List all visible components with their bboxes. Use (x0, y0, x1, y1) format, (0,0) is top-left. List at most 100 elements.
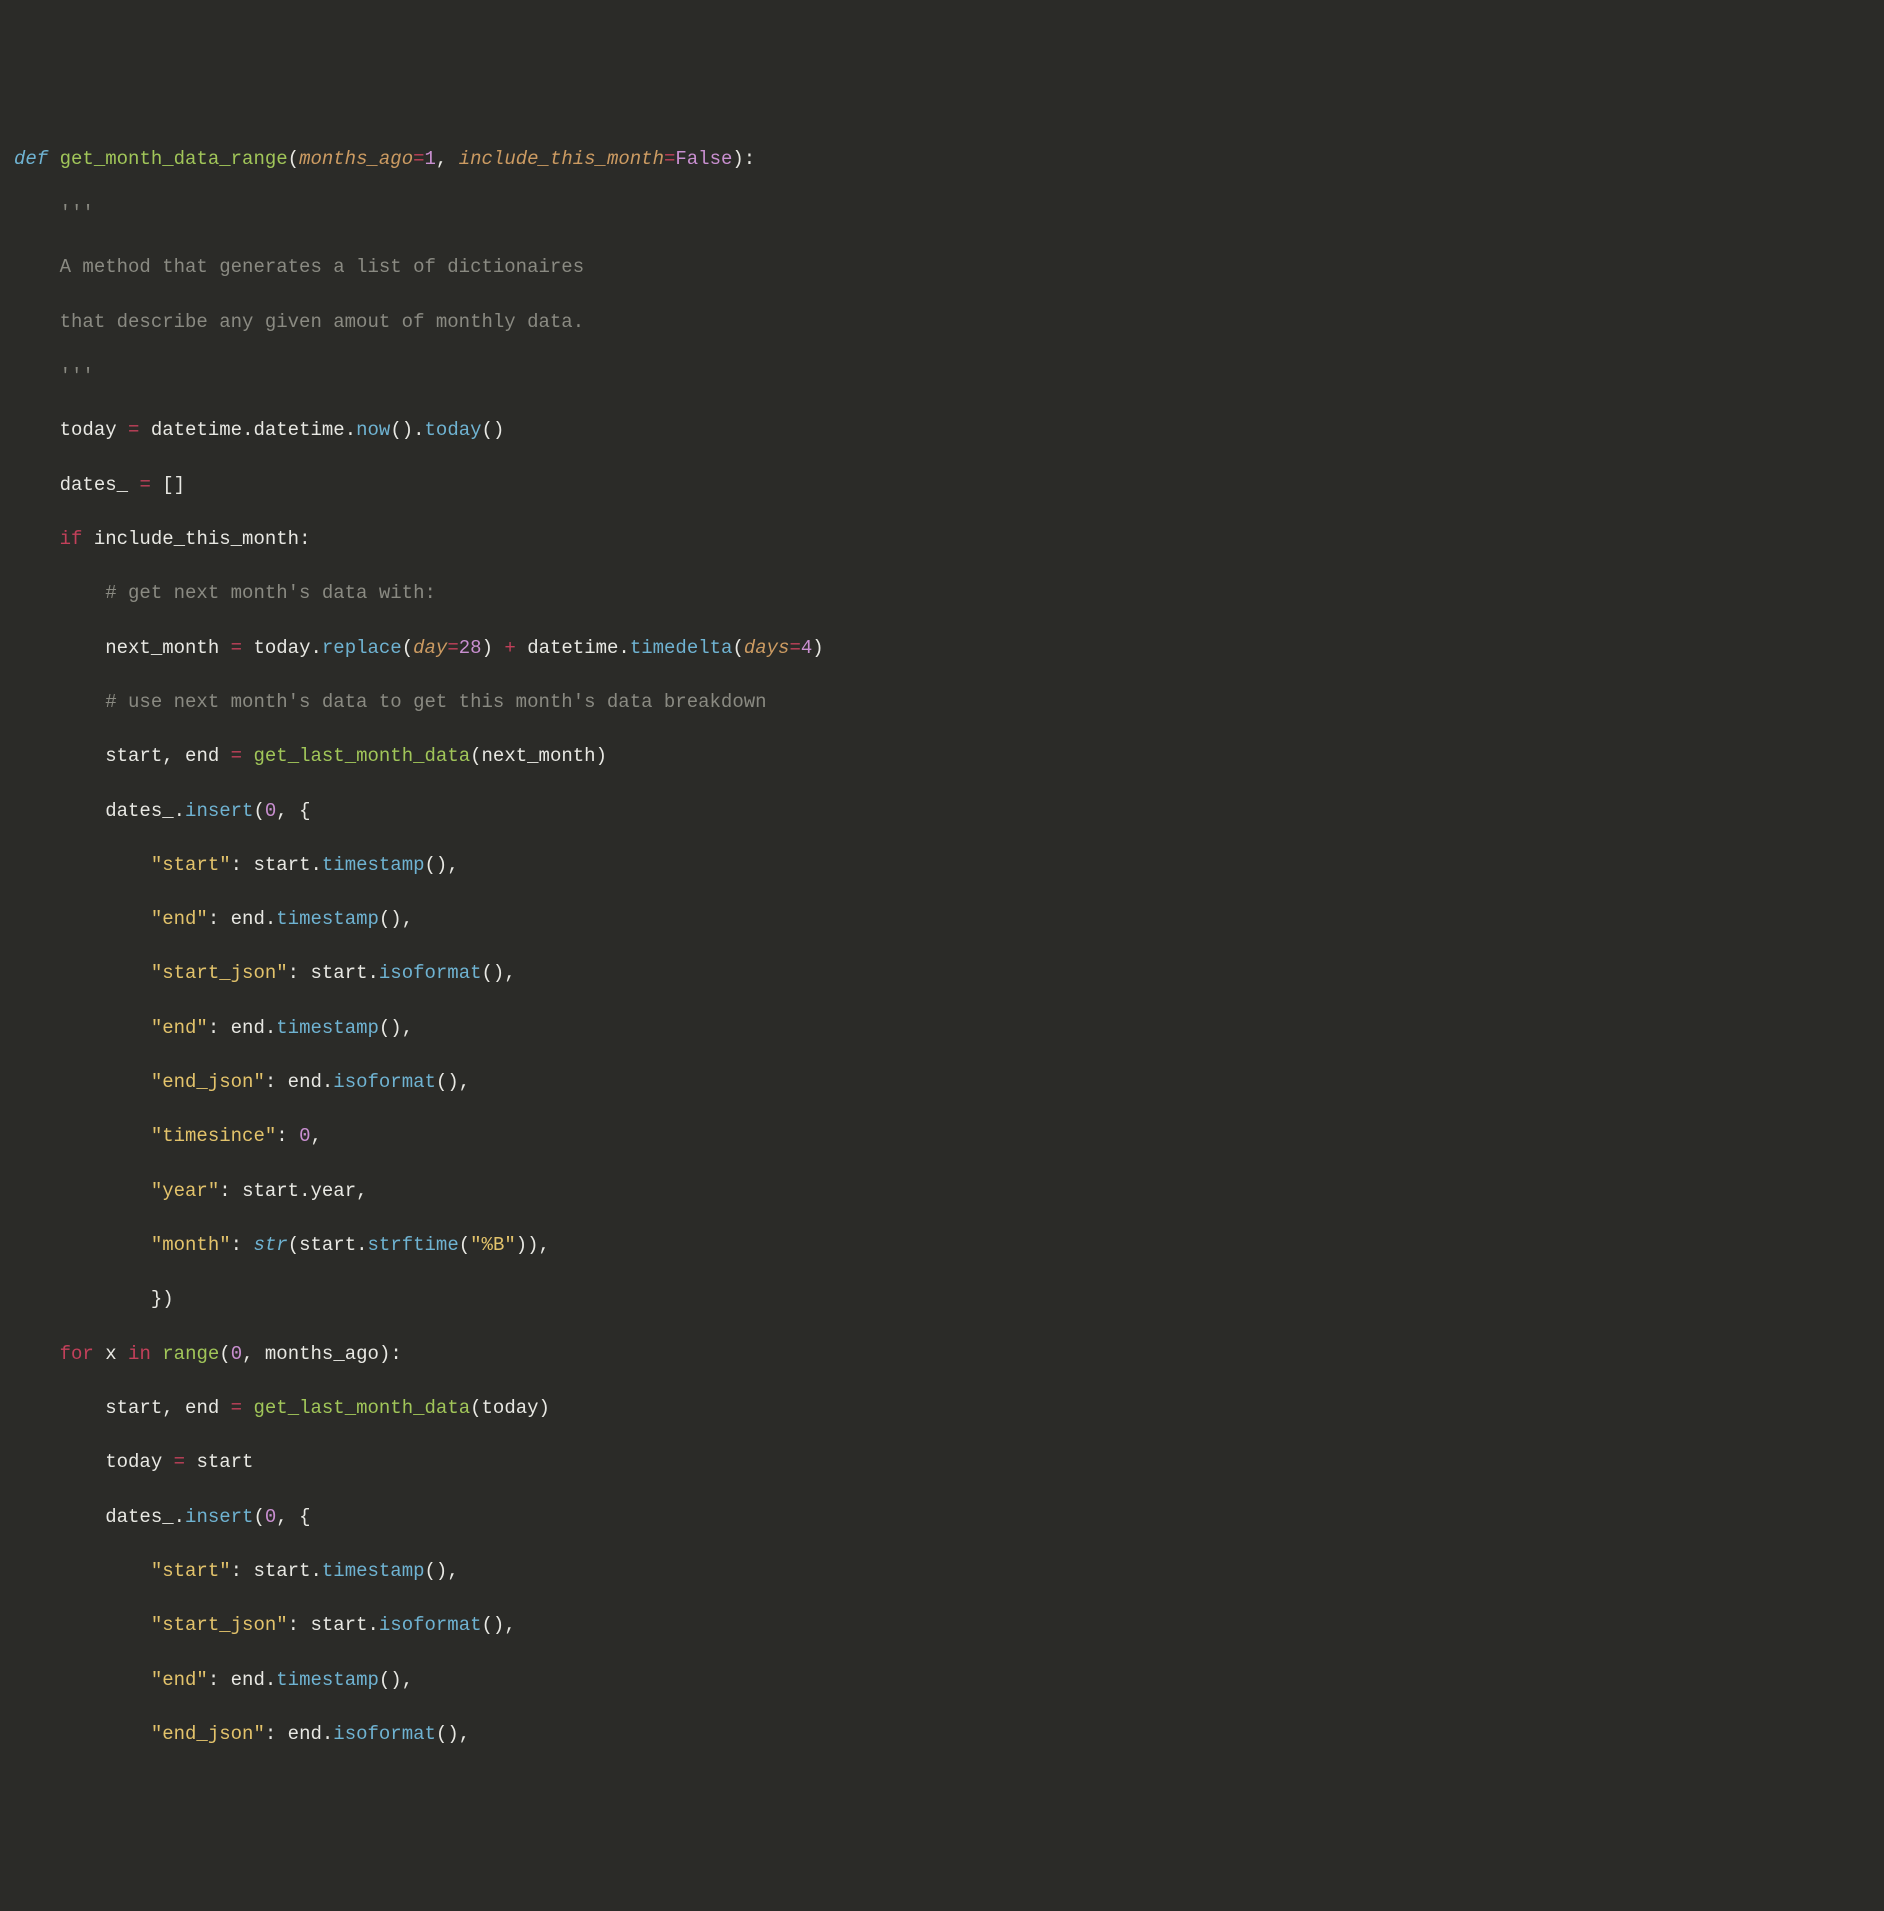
docstring: that describe any given amout of monthly… (60, 311, 585, 333)
builtin-str: str (253, 1234, 287, 1256)
code-line: dates_.insert(0, { (14, 1504, 1870, 1531)
dict-key: "start" (151, 1560, 231, 1582)
identifier: datetime (253, 419, 344, 441)
number: 1 (425, 148, 436, 170)
method: isoformat (333, 1071, 436, 1093)
identifier: end (185, 745, 219, 767)
method: insert (185, 1506, 253, 1528)
code-line: def get_month_data_range(months_ago=1, i… (14, 146, 1870, 173)
method: isoformat (333, 1723, 436, 1745)
identifier: start (299, 1234, 356, 1256)
identifier: months_ago (265, 1343, 379, 1365)
identifier: dates_ (60, 474, 128, 496)
code-line: "timesince": 0, (14, 1123, 1870, 1150)
number: 0 (265, 1506, 276, 1528)
dict-key: "end_json" (151, 1723, 265, 1745)
method: timestamp (276, 908, 379, 930)
code-line: for x in range(0, months_ago): (14, 1341, 1870, 1368)
keyword-def: def (14, 148, 48, 170)
identifier: datetime (151, 419, 242, 441)
code-editor[interactable]: def get_month_data_range(months_ago=1, i… (14, 119, 1870, 1776)
code-line: dates_ = [] (14, 472, 1870, 499)
identifier: end (185, 1397, 219, 1419)
identifier: dates_ (105, 1506, 173, 1528)
identifier: x (105, 1343, 116, 1365)
comment: # get next month's data with: (105, 582, 436, 604)
code-line: dates_.insert(0, { (14, 798, 1870, 825)
method: timestamp (322, 854, 425, 876)
code-line: # use next month's data to get this mont… (14, 689, 1870, 716)
identifier: start (196, 1451, 253, 1473)
dict-key: "year" (151, 1180, 219, 1202)
code-line: A method that generates a list of dictio… (14, 254, 1870, 281)
number: 4 (801, 637, 812, 659)
dict-key: "end" (151, 908, 208, 930)
code-line: next_month = today.replace(day=28) + dat… (14, 635, 1870, 662)
dict-key: "start_json" (151, 1614, 288, 1636)
identifier: include_this_month (94, 528, 299, 550)
code-line: "start_json": start.isoformat(), (14, 960, 1870, 987)
identifier: start (253, 1560, 310, 1582)
code-line: today = start (14, 1449, 1870, 1476)
code-line: "start_json": start.isoformat(), (14, 1612, 1870, 1639)
code-line: "end": end.timestamp(), (14, 906, 1870, 933)
code-line: ''' (14, 200, 1870, 227)
dict-key: "end" (151, 1669, 208, 1691)
code-line: "end": end.timestamp(), (14, 1667, 1870, 1694)
dict-key: "end_json" (151, 1071, 265, 1093)
identifier: today (253, 637, 310, 659)
code-line: "end_json": end.isoformat(), (14, 1069, 1870, 1096)
keyword-in: in (128, 1343, 151, 1365)
method: strftime (368, 1234, 459, 1256)
identifier: dates_ (105, 800, 173, 822)
code-line: ''' (14, 363, 1870, 390)
identifier: next_month (482, 745, 596, 767)
identifier: start (242, 1180, 299, 1202)
param: months_ago (299, 148, 413, 170)
dict-key: "month" (151, 1234, 231, 1256)
keyword-if: if (60, 528, 83, 550)
function-call: get_last_month_data (253, 745, 470, 767)
string: "%B" (470, 1234, 516, 1256)
param: include_this_month (459, 148, 664, 170)
method: timestamp (322, 1560, 425, 1582)
code-line: # get next month's data with: (14, 580, 1870, 607)
code-line: today = datetime.datetime.now().today() (14, 417, 1870, 444)
code-line: }) (14, 1286, 1870, 1313)
function-name: get_month_data_range (60, 148, 288, 170)
code-line: start, end = get_last_month_data(today) (14, 1395, 1870, 1422)
method: insert (185, 800, 253, 822)
method: isoformat (379, 962, 482, 984)
number: 0 (299, 1125, 310, 1147)
boolean: False (675, 148, 732, 170)
identifier: end (231, 1669, 265, 1691)
method: isoformat (379, 1614, 482, 1636)
number: 28 (459, 637, 482, 659)
dict-key: "start" (151, 854, 231, 876)
code-line: "start": start.timestamp(), (14, 1558, 1870, 1585)
identifier: start (105, 1397, 162, 1419)
code-line: "year": start.year, (14, 1178, 1870, 1205)
comment: # use next month's data to get this mont… (105, 691, 766, 713)
identifier: start (105, 745, 162, 767)
identifier: today (482, 1397, 539, 1419)
method: timedelta (630, 637, 733, 659)
identifier: end (231, 1017, 265, 1039)
docstring: A method that generates a list of dictio… (60, 256, 585, 278)
dict-key: "start_json" (151, 962, 288, 984)
kwarg: days (744, 637, 790, 659)
identifier: today (105, 1451, 162, 1473)
docstring-quote: ''' (60, 365, 94, 387)
dict-key: "timesince" (151, 1125, 276, 1147)
method: now (356, 419, 390, 441)
identifier: start (253, 854, 310, 876)
code-line: "start": start.timestamp(), (14, 852, 1870, 879)
identifier: start (310, 1614, 367, 1636)
keyword-for: for (60, 1343, 94, 1365)
code-line: "end": end.timestamp(), (14, 1015, 1870, 1042)
docstring-quote: ''' (60, 202, 94, 224)
identifier: today (60, 419, 117, 441)
number: 0 (231, 1343, 242, 1365)
code-line: "end_json": end.isoformat(), (14, 1721, 1870, 1748)
code-line: "month": str(start.strftime("%B")), (14, 1232, 1870, 1259)
